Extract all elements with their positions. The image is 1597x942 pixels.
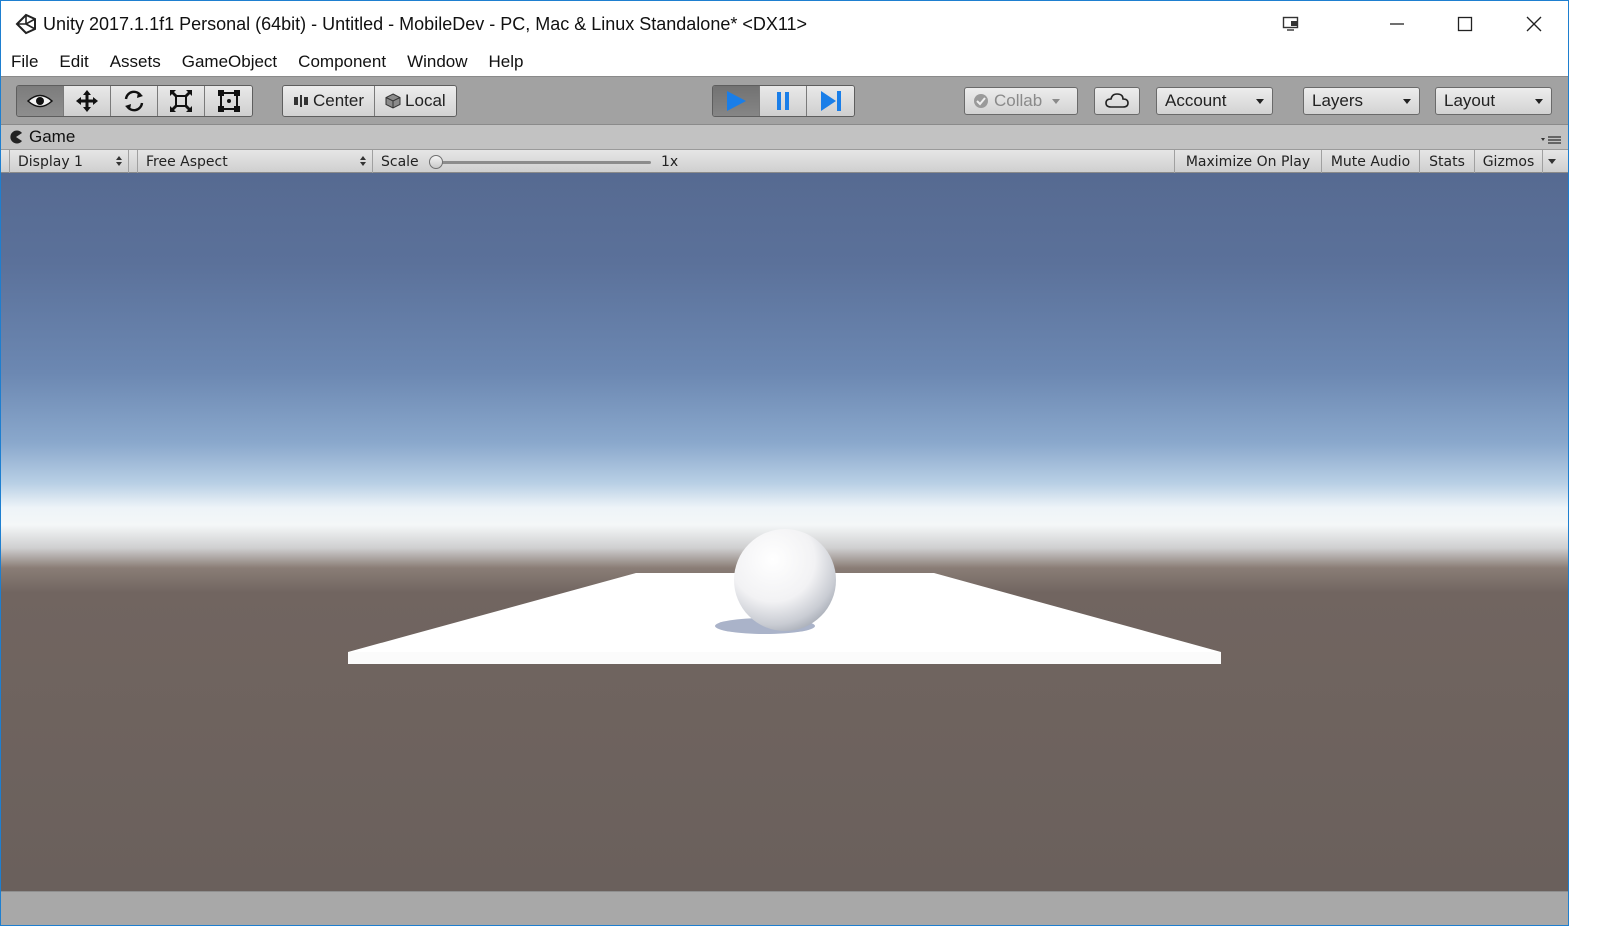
scale-slider-track[interactable] [435,161,651,164]
stats-toggle[interactable]: Stats [1420,150,1475,173]
pivot-local-button[interactable]: Local [375,86,456,116]
menu-component[interactable]: Component [298,52,386,72]
main-toolbar: Center Local Collab Account Layers Layou… [1,76,1568,125]
account-caret-icon [1256,98,1264,104]
scale-label-text: Scale [381,153,419,170]
pause-button[interactable] [760,86,807,116]
menu-bar: File Edit Assets GameObject Component Wi… [1,47,1568,76]
window-title: Unity 2017.1.1f1 Personal (64bit) - Unti… [43,13,808,34]
menu-gameobject[interactable]: GameObject [182,52,277,72]
tab-game-label: Game [29,127,76,146]
aspect-label: Free Aspect [146,153,228,170]
pivot-center-label: Center [313,91,365,110]
move-arrows-icon [76,90,98,112]
display-label: Display 1 [18,153,83,170]
account-dropdown[interactable]: Account [1156,87,1273,115]
playback-controls [712,85,855,117]
pacman-icon [10,130,22,144]
gizmos-dropdown[interactable] [1543,150,1561,173]
aspect-dropdown[interactable]: Free Aspect [137,150,373,173]
maximize-on-play-label: Maximize On Play [1185,153,1311,170]
tablet-mode-button[interactable] [1257,1,1325,47]
cloud-icon [1105,93,1129,108]
play-icon [727,91,746,111]
play-button[interactable] [713,86,760,116]
stats-label: Stats [1429,153,1465,170]
scale-value: 1x [661,150,701,173]
game-tab-header: Game [1,125,1568,149]
minimize-button[interactable] [1363,1,1431,47]
pivot-center-button[interactable]: Center [283,86,376,116]
move-tool-button[interactable] [64,86,111,116]
layout-dropdown[interactable]: Layout [1435,87,1552,115]
unity-logo-icon [15,13,36,35]
transform-tools [16,85,253,117]
close-button[interactable] [1500,1,1568,47]
collab-label: Collab [994,91,1043,110]
minimize-icon [1390,23,1404,25]
eye-icon [26,94,54,108]
view-tool-button[interactable] [17,86,64,116]
scale-tool-button[interactable] [158,86,205,116]
layers-label: Layers [1312,91,1364,110]
gizmos-caret-icon [1548,158,1556,164]
rect-transform-icon [217,90,240,112]
layers-caret-icon [1403,98,1411,104]
scene-render [348,529,1221,664]
title-bar: Unity 2017.1.1f1 Personal (64bit) - Unti… [1,1,1568,47]
account-label: Account [1165,91,1227,110]
pivot-local-label: Local [405,91,446,110]
gizmos-label: Gizmos [1482,153,1535,170]
rotate-icon [124,90,144,112]
game-view-toolbar: Display 1 Free Aspect Scale 1x Maximize … [1,149,1568,173]
menu-file[interactable]: File [11,52,38,72]
maximize-on-play-toggle[interactable]: Maximize On Play [1174,150,1322,173]
game-viewport[interactable] [1,173,1568,891]
step-icon [820,91,841,111]
layout-caret-icon [1535,98,1543,104]
scale-value-text: 1x [661,153,679,170]
sphere [734,529,836,631]
panel-menu-icon[interactable] [1540,135,1562,145]
rect-tool-button[interactable] [205,86,252,116]
layout-label: Layout [1444,91,1496,110]
menu-edit[interactable]: Edit [59,52,88,72]
status-bar [1,891,1568,925]
scale-icon [170,90,192,112]
menu-help[interactable]: Help [489,52,524,72]
tab-game[interactable]: Game [9,125,75,149]
close-icon [1526,16,1542,32]
mute-audio-toggle[interactable]: Mute Audio [1322,150,1420,173]
unity-editor-window: Unity 2017.1.1f1 Personal (64bit) - Unti… [0,0,1569,926]
gizmos-toggle[interactable]: Gizmos [1475,150,1543,173]
aspect-updown-icon [360,156,366,166]
layers-dropdown[interactable]: Layers [1303,87,1420,115]
cube-icon [385,93,401,109]
pivot-toggles: Center Local [282,85,457,117]
menu-window[interactable]: Window [407,52,467,72]
cloud-button[interactable] [1094,87,1140,115]
collab-check-icon [974,94,988,108]
step-button[interactable] [807,86,854,116]
mute-audio-label: Mute Audio [1330,153,1411,170]
scale-slider-thumb[interactable] [429,155,443,169]
rotate-tool-button[interactable] [111,86,158,116]
display-dropdown[interactable]: Display 1 [9,150,129,173]
tablet-mode-icon [1282,16,1299,31]
collab-dropdown[interactable]: Collab [964,87,1078,115]
pause-icon [777,92,789,110]
display-updown-icon [116,156,122,166]
collab-caret-icon [1052,98,1061,104]
maximize-button[interactable] [1431,1,1499,47]
pivot-center-icon [294,95,308,107]
ground-plane-edge [348,652,1221,664]
maximize-icon [1457,16,1473,32]
menu-assets[interactable]: Assets [110,52,161,72]
